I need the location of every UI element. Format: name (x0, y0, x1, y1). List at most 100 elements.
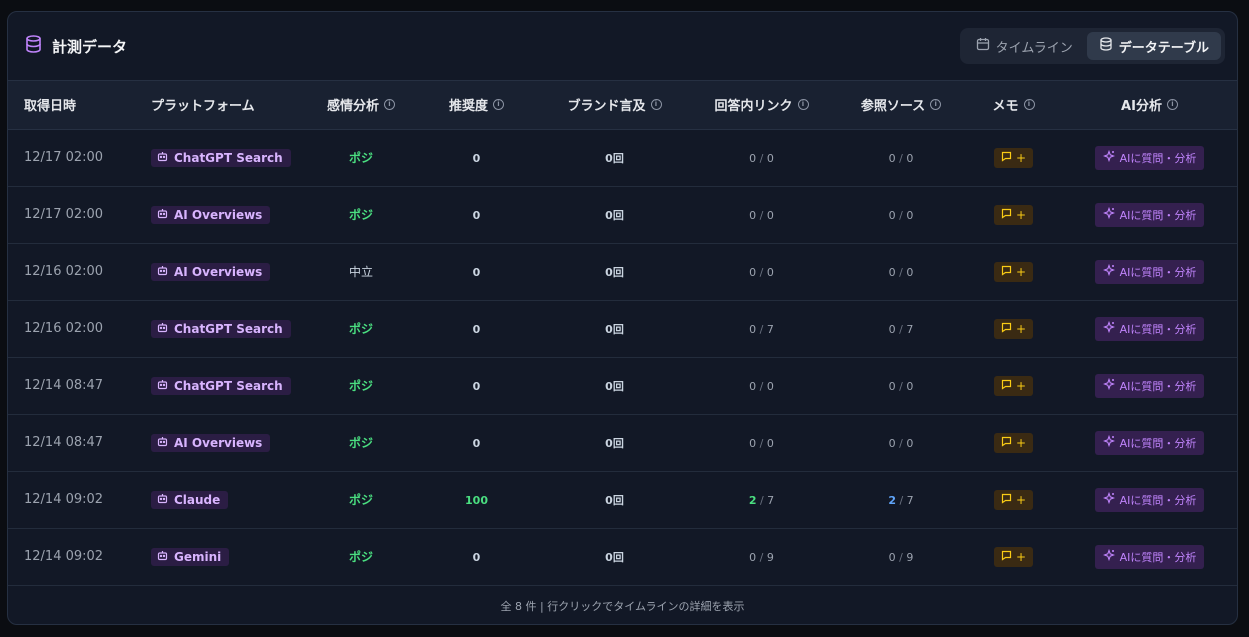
info-icon[interactable]: i (797, 99, 809, 111)
tab-data-table[interactable]: データテーブル (1086, 32, 1221, 60)
reference-sources: 0 / 9 (888, 550, 914, 564)
platform-badge: Claude (151, 490, 229, 509)
brand-mention-count: 0回 (605, 208, 624, 222)
ai-analysis-button[interactable]: AIに質問・分析 (1094, 316, 1205, 341)
add-memo-button[interactable]: + (993, 489, 1034, 510)
measurement-data-panel: 計測データ タイムライン データテーブル 取得日時 プラットフォーム 感情分析 … (7, 11, 1238, 625)
sentiment-value: 中立 (348, 265, 373, 279)
reference-sources: 2 / 7 (888, 493, 914, 507)
table-row[interactable]: 12/14 09:02 Claude ポジ 100 0回 2 / 7 2 / 7 + AIに質問… (8, 471, 1237, 528)
ai-analysis-button[interactable]: AIに質問・分析 (1094, 202, 1205, 227)
column-header-ai-analysis[interactable]: AI分析 i (1060, 81, 1237, 130)
recommendation-score: 0 (472, 208, 481, 222)
reference-sources: 0 / 0 (888, 379, 914, 393)
ai-analysis-button[interactable]: AIに質問・分析 (1094, 487, 1205, 512)
page-title: 計測データ (52, 37, 128, 56)
fetch-date: 12/17 02:00 (24, 207, 104, 222)
table-body: 12/17 02:00 ChatGPT Search ポジ 0 0回 0 / 0 0 / 0… (8, 129, 1237, 585)
table-row[interactable]: 12/17 02:00 AI Overviews ポジ 0 0回 0 / 0 0 / 0 + A… (8, 186, 1237, 243)
message-icon (1001, 151, 1012, 165)
recommendation-score: 0 (472, 379, 481, 393)
reference-sources: 0 / 0 (888, 151, 914, 165)
sentiment-value: ポジ (348, 208, 373, 222)
add-memo-button[interactable]: + (993, 432, 1034, 453)
sentiment-value: ポジ (348, 379, 373, 393)
info-icon[interactable]: i (650, 99, 662, 111)
platform-badge: ChatGPT Search (151, 148, 291, 167)
message-icon (1001, 436, 1012, 450)
bot-icon (157, 493, 168, 507)
column-header-sentiment[interactable]: 感情分析 i (310, 81, 412, 130)
column-header-date[interactable]: 取得日時 (8, 81, 135, 130)
info-icon[interactable]: i (1023, 99, 1035, 111)
tab-data-table-label: データテーブル (1118, 40, 1209, 56)
message-icon (1001, 208, 1012, 222)
add-memo-button[interactable]: + (993, 546, 1034, 567)
fetch-date: 12/16 02:00 (24, 264, 104, 279)
add-memo-button[interactable]: + (993, 204, 1034, 225)
table-row[interactable]: 12/17 02:00 ChatGPT Search ポジ 0 0回 0 / 0 0 / 0… (8, 129, 1237, 186)
ai-analysis-button[interactable]: AIに質問・分析 (1094, 430, 1205, 455)
table-row[interactable]: 12/16 02:00 AI Overviews 中立 0 0回 0 / 0 0 / 0 + A… (8, 243, 1237, 300)
sparkles-icon (1102, 377, 1115, 393)
info-icon[interactable]: i (1166, 99, 1178, 111)
ai-analysis-button[interactable]: AIに質問・分析 (1094, 544, 1205, 569)
column-header-sources[interactable]: 参照ソース i (835, 81, 967, 130)
brand-mention-count: 0回 (605, 436, 624, 450)
bot-icon (157, 265, 168, 279)
reference-sources: 0 / 7 (888, 322, 914, 336)
answer-links: 0 / 0 (749, 151, 774, 165)
database-icon (1099, 37, 1113, 55)
platform-badge: AI Overviews (151, 205, 271, 224)
column-header-memo[interactable]: メモ i (967, 81, 1060, 130)
bot-icon (157, 550, 168, 564)
sparkles-icon (1102, 263, 1115, 279)
bot-icon (157, 436, 168, 450)
column-header-recommendation[interactable]: 推奨度 i (412, 81, 541, 130)
column-header-brand-mentions[interactable]: ブランド言及 i (541, 81, 688, 130)
sparkles-icon (1102, 149, 1115, 165)
reference-sources: 0 / 0 (888, 436, 914, 450)
recommendation-score: 0 (472, 265, 481, 279)
info-icon[interactable]: i (493, 99, 504, 111)
recommendation-score: 0 (472, 322, 481, 336)
sparkles-icon (1102, 206, 1115, 222)
add-memo-button[interactable]: + (993, 318, 1034, 339)
platform-badge: ChatGPT Search (151, 376, 291, 395)
add-memo-button[interactable]: + (993, 261, 1034, 282)
recommendation-score: 100 (465, 493, 488, 507)
answer-links: 0 / 0 (749, 208, 774, 222)
ai-analysis-button[interactable]: AIに質問・分析 (1094, 145, 1205, 170)
view-toggle: タイムライン データテーブル (959, 28, 1225, 64)
platform-badge: Gemini (151, 547, 230, 566)
info-icon[interactable]: i (384, 99, 395, 111)
recommendation-score: 0 (472, 550, 481, 564)
message-icon (1001, 265, 1012, 279)
fetch-date: 12/14 09:02 (24, 492, 104, 507)
add-memo-button[interactable]: + (993, 375, 1034, 396)
column-header-platform[interactable]: プラットフォーム (135, 81, 310, 130)
answer-links: 0 / 9 (749, 550, 774, 564)
sentiment-value: ポジ (348, 151, 373, 165)
table-row[interactable]: 12/14 09:02 Gemini ポジ 0 0回 0 / 9 0 / 9 + AIに質問・分… (8, 528, 1237, 585)
table-row[interactable]: 12/14 08:47 ChatGPT Search ポジ 0 0回 0 / 0 0 / 0… (8, 357, 1237, 414)
sentiment-value: ポジ (348, 436, 373, 450)
fetch-date: 12/14 09:02 (24, 549, 104, 564)
sparkles-icon (1102, 320, 1115, 336)
answer-links: 0 / 7 (749, 322, 774, 336)
ai-analysis-button[interactable]: AIに質問・分析 (1094, 259, 1205, 284)
sentiment-value: ポジ (348, 322, 373, 336)
table-row[interactable]: 12/14 08:47 AI Overviews ポジ 0 0回 0 / 0 0 / 0 + A… (8, 414, 1237, 471)
table-footer: 全 8 件 | 行クリックでタイムラインの詳細を表示 (500, 599, 745, 613)
fetch-date: 12/17 02:00 (24, 150, 104, 165)
info-icon[interactable]: i (930, 99, 942, 111)
tab-timeline[interactable]: タイムライン (964, 32, 1085, 60)
answer-links: 0 / 0 (749, 265, 774, 279)
bot-icon (157, 208, 168, 222)
ai-analysis-button[interactable]: AIに質問・分析 (1094, 373, 1205, 398)
panel-header: 計測データ タイムライン データテーブル (8, 12, 1237, 81)
table-row[interactable]: 12/16 02:00 ChatGPT Search ポジ 0 0回 0 / 7 0 / 7… (8, 300, 1237, 357)
add-memo-button[interactable]: + (993, 147, 1034, 168)
answer-links: 2 / 7 (748, 493, 775, 507)
column-header-answer-links[interactable]: 回答内リンク i (688, 81, 835, 130)
